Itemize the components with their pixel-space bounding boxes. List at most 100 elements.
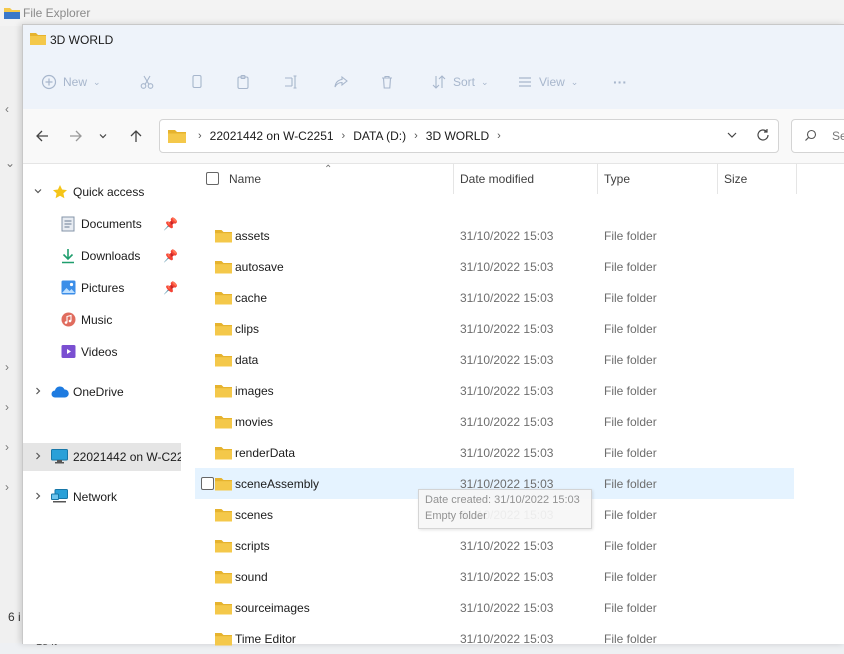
tooltip-empty-folder: Empty folder [425,510,487,522]
file-name: renderData [235,446,296,460]
chevron-right-icon[interactable] [33,451,43,461]
file-row[interactable]: cache 31/10/2022 15:03 File folder [195,282,794,313]
chevron-right-icon[interactable]: › [342,130,346,142]
rename-button[interactable] [283,69,299,95]
view-button[interactable]: View ⌄ [517,69,578,95]
background-status-count: 6 i [8,610,21,624]
window-titlebar[interactable]: 3D WORLD [23,25,844,55]
cut-button[interactable] [139,69,155,95]
file-row[interactable]: autosave 31/10/2022 15:03 File folder [195,251,794,282]
copy-icon [192,74,202,89]
chevron-down-icon[interactable] [726,129,738,141]
network-icon [51,489,68,503]
back-button[interactable] [29,123,55,149]
file-type: File folder [604,291,657,305]
column-divider[interactable] [597,164,598,194]
search-box[interactable]: Se [791,119,844,153]
column-header-size[interactable]: Size [724,172,747,186]
file-row[interactable]: sourceimages 31/10/2022 15:03 File folde… [195,592,794,623]
file-explorer-window: 3D WORLD New ⌄ Sort ⌄ View ⌄ ··· › 22021… [22,24,844,646]
file-name: scenes [235,508,274,522]
folder-icon [215,230,232,243]
chevron-down-icon: ⌄ [5,156,16,170]
sort-button[interactable]: Sort ⌄ [431,69,489,95]
file-name: sceneAssembly [235,477,320,491]
breadcrumb-item[interactable]: DATA (D:) [353,129,406,143]
file-name: sound [235,570,268,584]
pin-icon: 📌 [163,281,178,295]
share-icon [334,75,348,88]
nav-item-quick-access[interactable]: Quick access [23,178,181,206]
refresh-icon[interactable] [756,128,770,142]
document-icon [61,216,75,232]
nav-item-pictures[interactable]: Pictures 📌 [23,274,181,302]
file-name: data [235,353,259,367]
music-icon [61,312,76,327]
chevron-right-icon[interactable]: › [414,130,418,142]
nav-item-label: Network [73,490,118,504]
file-name: cache [235,291,268,305]
folder-icon [215,602,232,615]
file-type: File folder [604,570,657,584]
file-row[interactable]: renderData 31/10/2022 15:03 File folder [195,437,794,468]
file-row[interactable]: data 31/10/2022 15:03 File folder [195,344,794,375]
chevron-down-icon[interactable] [33,186,43,196]
select-all-checkbox[interactable] [206,172,219,185]
search-icon [805,129,817,141]
column-divider[interactable] [796,164,797,194]
chevron-left-icon: ‹ [5,102,9,116]
paste-button[interactable] [235,69,251,95]
column-header-date-modified[interactable]: Date modified [460,172,534,186]
delete-button[interactable] [379,69,395,95]
chevron-right-icon[interactable] [33,386,43,396]
arrow-left-icon [36,130,48,142]
pictures-icon [61,280,76,295]
download-icon [62,249,74,264]
file-date-modified: 31/10/2022 15:03 [460,291,554,305]
nav-item-documents[interactable]: Documents 📌 [23,210,181,238]
up-button[interactable] [123,123,149,149]
address-bar[interactable]: › 22021442 on W-C2251 › DATA (D:) › 3D W… [159,119,779,153]
file-row[interactable]: images 31/10/2022 15:03 File folder [195,375,794,406]
nav-item-downloads[interactable]: Downloads 📌 [23,242,181,270]
file-date-modified: 31/10/2022 15:03 [460,229,554,243]
file-explorer-icon [4,8,20,19]
new-button[interactable]: New ⌄ [41,69,101,95]
forward-button[interactable] [63,123,89,149]
column-header-type[interactable]: Type [604,172,630,186]
file-name: movies [235,415,274,429]
breadcrumb-item[interactable]: 3D WORLD [426,129,489,143]
file-row[interactable]: movies 31/10/2022 15:03 File folder [195,406,794,437]
arrow-up-icon [130,130,142,142]
file-row[interactable]: Time Editor 31/10/2022 15:03 File folder [195,623,794,654]
nav-item-music[interactable]: Music [23,306,181,334]
file-date-modified: 31/10/2022 15:03 [460,632,554,646]
share-button[interactable] [333,69,349,95]
recent-locations-button[interactable] [95,123,111,149]
nav-item-videos[interactable]: Videos [23,338,181,366]
file-row[interactable]: sound 31/10/2022 15:03 File folder [195,561,794,592]
file-date-modified: 31/10/2022 15:03 [460,322,554,336]
file-row[interactable]: clips 31/10/2022 15:03 File folder [195,313,794,344]
cloud-icon [51,386,69,398]
copy-button[interactable] [189,69,205,95]
column-divider[interactable] [717,164,718,194]
more-options-button[interactable]: ··· [613,69,627,95]
nav-item-this-pc[interactable]: 22021442 on W-C22 [23,443,181,471]
nav-item-network[interactable]: Network [23,483,181,511]
file-name: assets [235,229,270,243]
file-row[interactable]: assets 31/10/2022 15:03 File folder [195,220,794,251]
chevron-down-icon: ⌄ [93,76,101,87]
column-header-name[interactable]: Name [229,172,261,186]
breadcrumb-item[interactable]: 22021442 on W-C2251 [210,129,334,143]
file-type: File folder [604,477,657,491]
column-divider[interactable] [453,164,454,194]
file-row[interactable]: scripts 31/10/2022 15:03 File folder [195,530,794,561]
chevron-right-icon: › [5,440,9,454]
chevron-right-icon[interactable]: › [497,130,501,142]
nav-item-label: Pictures [81,281,125,295]
nav-item-onedrive[interactable]: OneDrive [23,378,181,406]
file-date-modified: 31/10/2022 15:03 [460,570,554,584]
row-checkbox[interactable] [201,477,214,490]
chevron-right-icon[interactable] [33,491,43,501]
